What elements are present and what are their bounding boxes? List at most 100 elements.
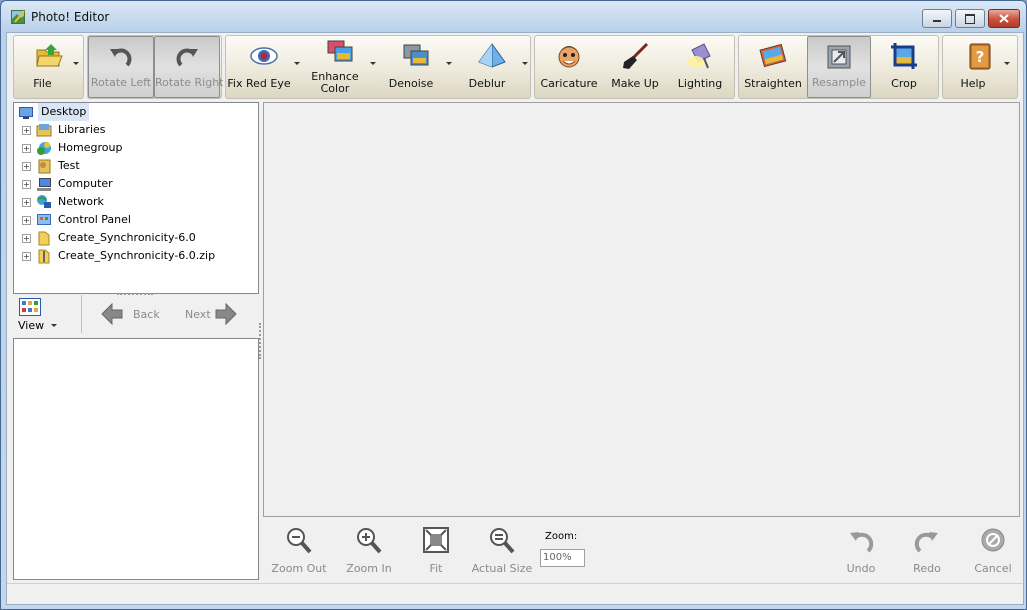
next-label: Next	[185, 308, 211, 321]
file-label: File	[33, 77, 52, 90]
zoom-value-field[interactable]: 100%	[540, 549, 585, 567]
view-label: View	[18, 319, 45, 332]
expand-icon[interactable]: +	[22, 180, 31, 189]
resample-label: Resample	[812, 76, 866, 89]
deblur-dropdown-arrow[interactable]	[522, 62, 528, 65]
app-window: Photo! Editor File Rotate Left Rotate Ri…	[0, 0, 1027, 610]
rotate-right-button[interactable]: Rotate Right	[154, 36, 223, 98]
help-label: Help	[960, 77, 986, 90]
lighting-button[interactable]: Lighting	[667, 36, 733, 98]
rotate-left-icon	[110, 48, 132, 67]
file-dropdown-arrow[interactable]	[73, 62, 79, 65]
fit-icon	[423, 527, 449, 553]
denoise-icon	[403, 44, 429, 66]
crop-label: Crop	[891, 77, 917, 90]
zoom-in-icon	[357, 528, 382, 554]
actual-size-button[interactable]: Actual Size	[470, 523, 534, 575]
expand-icon[interactable]: +	[22, 198, 31, 207]
cancel-icon	[981, 528, 1005, 552]
tree-label-synchronicity-folder: Create_Synchronicity-6.0	[58, 231, 196, 244]
help-dropdown-arrow[interactable]	[1004, 62, 1010, 65]
denoise-label: Denoise	[388, 77, 434, 90]
close-icon	[999, 14, 1009, 23]
file-group: File	[13, 35, 84, 99]
thumbnail-view-icon	[19, 298, 41, 316]
enhance-color-icon	[327, 40, 353, 62]
view-dropdown-arrow[interactable]	[51, 324, 57, 327]
cancel-button[interactable]: Cancel	[961, 523, 1025, 575]
make-up-label: Make Up	[611, 77, 659, 90]
straighten-icon	[759, 43, 787, 68]
folder-icon	[38, 231, 50, 246]
straighten-button[interactable]: Straighten	[739, 36, 807, 98]
rotate-left-button[interactable]: Rotate Left	[88, 36, 154, 98]
image-canvas[interactable]	[263, 102, 1020, 517]
minimize-button[interactable]	[922, 9, 952, 28]
maximize-button[interactable]	[955, 9, 985, 28]
tree-label-homegroup: Homegroup	[58, 141, 123, 154]
redo-button[interactable]: Redo	[895, 523, 959, 575]
expand-icon[interactable]: +	[22, 126, 31, 135]
cancel-label: Cancel	[974, 562, 1012, 575]
fix-red-eye-button[interactable]: Fix Red Eye	[226, 36, 302, 98]
crop-button[interactable]: Crop	[871, 36, 937, 98]
deblur-button[interactable]: Deblur	[454, 36, 530, 98]
resample-icon	[827, 45, 851, 69]
denoise-button[interactable]: Denoise	[378, 36, 454, 98]
bottom-toolbar: Zoom Out Zoom In Fit Actual Size Zoom: 1…	[263, 519, 1018, 579]
fit-button[interactable]: Fit	[404, 523, 468, 575]
app-icon	[11, 10, 25, 24]
thumbnail-panel[interactable]	[13, 338, 259, 580]
denoise-dropdown-arrow[interactable]	[446, 62, 452, 65]
back-button[interactable]: Back	[101, 301, 171, 327]
caricature-face-icon	[558, 46, 580, 68]
fix-red-eye-dropdown-arrow[interactable]	[294, 62, 300, 65]
homegroup-icon	[37, 142, 51, 155]
desktop-icon	[19, 107, 33, 119]
make-up-button[interactable]: Make Up	[603, 36, 667, 98]
expand-icon[interactable]: +	[22, 252, 31, 261]
enhance-color-dropdown-arrow[interactable]	[370, 62, 376, 65]
next-arrow-icon	[215, 303, 237, 325]
spotlight-icon	[688, 43, 711, 69]
transform-group: Straighten Resample Crop	[738, 35, 939, 99]
zoom-label: Zoom:	[545, 531, 578, 542]
undo-button[interactable]: Undo	[829, 523, 893, 575]
expand-icon[interactable]: +	[22, 144, 31, 153]
expand-icon[interactable]: +	[22, 216, 31, 225]
folder-tree[interactable]: Desktop + Libraries + Homegroup + Test +…	[13, 102, 259, 294]
file-button[interactable]: File	[14, 36, 83, 98]
main-toolbar: File Rotate Left Rotate Right Fix Red Ey…	[7, 33, 1023, 101]
caricature-button[interactable]: Caricature	[535, 36, 603, 98]
close-button[interactable]	[988, 9, 1020, 28]
tree-label-test: Test	[58, 159, 80, 172]
open-folder-icon	[35, 44, 63, 67]
computer-icon	[37, 178, 51, 191]
back-label: Back	[133, 308, 160, 321]
enhance-color-label-line2: Color	[320, 82, 350, 95]
actual-size-icon	[490, 528, 515, 554]
fix-red-eye-label: Fix Red Eye	[227, 77, 291, 90]
expand-icon[interactable]: +	[22, 162, 31, 171]
enhance-color-label: Enhance Color	[302, 71, 368, 95]
caricature-label: Caricature	[540, 77, 598, 90]
tree-label-desktop: Desktop	[38, 103, 90, 121]
redo-icon	[914, 532, 938, 553]
zoom-out-button[interactable]: Zoom Out	[267, 523, 331, 575]
lighting-label: Lighting	[677, 77, 723, 90]
nav-divider	[81, 295, 82, 333]
tree-label-libraries: Libraries	[58, 123, 106, 136]
enhance-color-button[interactable]: Enhance Color	[302, 36, 378, 98]
libraries-icon	[36, 124, 52, 137]
eye-icon	[250, 47, 278, 65]
next-button[interactable]: Next	[185, 301, 245, 327]
crop-icon	[891, 43, 917, 69]
expand-icon[interactable]: +	[22, 234, 31, 243]
zoom-in-button[interactable]: Zoom In	[337, 523, 401, 575]
client-area: File Rotate Left Rotate Right Fix Red Ey…	[6, 32, 1024, 605]
help-button[interactable]: ? Help	[943, 36, 1017, 98]
rotate-right-icon	[176, 48, 198, 67]
resample-button[interactable]: Resample	[807, 36, 871, 98]
tree-label-computer: Computer	[58, 177, 113, 190]
view-button[interactable]: View	[15, 297, 59, 333]
